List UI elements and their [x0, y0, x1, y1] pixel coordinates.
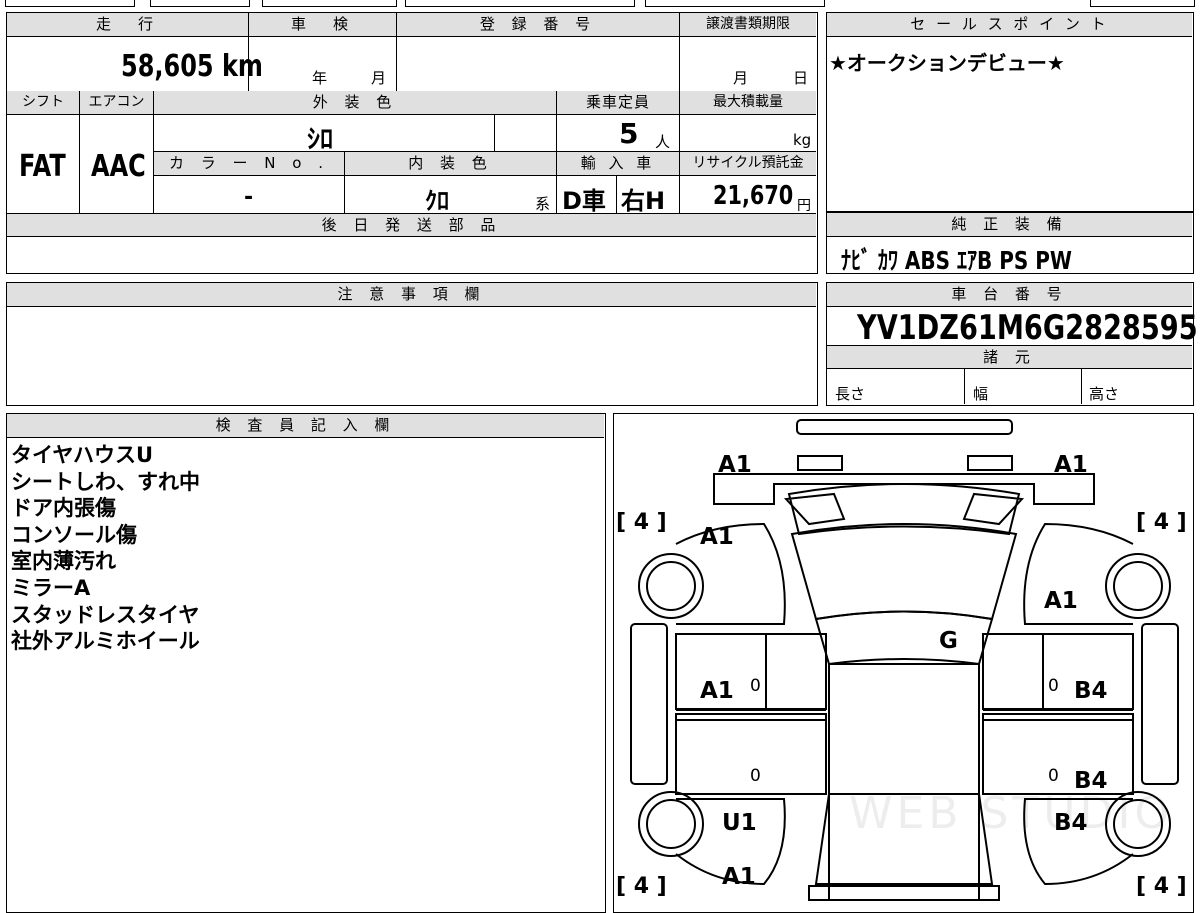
- rear-fender-left-grade: U1: [722, 810, 757, 836]
- zero-mark: 0: [1048, 766, 1059, 786]
- mileage-header: 走 行: [7, 13, 249, 37]
- inspection-month: 月: [371, 69, 387, 87]
- color-no-header: カ ラ ー N o .: [154, 152, 345, 176]
- door-left-front-edge: [765, 633, 827, 710]
- front-right-grade: A1: [1054, 452, 1088, 478]
- transfer-month: 月: [733, 69, 749, 87]
- capacity-header: 乗車定員: [557, 91, 680, 115]
- recycle-header: リサイクル預託金: [680, 152, 816, 176]
- inspector-box: 検 査 員 記 入 欄 タイヤハウスU シートしわ、すれ中 ドア内張傷 コンソー…: [6, 413, 606, 913]
- selling-point-header: セ ー ル ス ポ イ ン ト: [827, 13, 1192, 37]
- specs-header: 諸 元: [827, 345, 1192, 369]
- transfer-deadline-header: 譲渡書類期限: [680, 13, 816, 37]
- selling-point-box: セ ー ル ス ポ イ ン ト ★オークションデビュー★: [826, 12, 1194, 212]
- watermark: WEB STUDIO: [849, 788, 1173, 839]
- note-item: ミラーA: [11, 575, 91, 600]
- interior-color-suffix: 系: [535, 195, 551, 213]
- wheel-right-front: [1105, 553, 1171, 619]
- max-load-header: 最大積載量: [680, 91, 816, 115]
- exterior-color-header: 外 装 色: [154, 91, 557, 115]
- vehicle-diagram: [ 4 ] [ 4 ] [ 4 ] [ 4 ] A1 A1 A1 A1 G A1…: [613, 413, 1194, 913]
- tire-left-bottom-label: [ 4 ]: [616, 874, 667, 899]
- inspector-notes: タイヤハウスU シートしわ、すれ中 ドア内張傷 コンソール傷 室内薄汚れ ミラー…: [11, 442, 200, 655]
- door-right-front-grade: B4: [1074, 678, 1108, 704]
- tire-left-top-label: [ 4 ]: [616, 510, 667, 535]
- spec-height: 高さ: [1089, 385, 1120, 403]
- front-bumper-shape: [796, 419, 1013, 435]
- side-sill-left: [630, 623, 668, 785]
- rear-bumper-shape: [808, 885, 1000, 901]
- capacity-value: 5: [619, 117, 639, 150]
- fender-right-front-grade: A1: [1044, 588, 1078, 614]
- interior-color-header: 内 装 色: [345, 152, 557, 176]
- shift-value: FAT: [19, 149, 66, 184]
- roof-shape: [828, 663, 980, 901]
- tire-right-bottom-label: [ 4 ]: [1136, 874, 1187, 899]
- later-parts-header: 後 日 発 送 部 品: [7, 213, 816, 237]
- spec-length: 長さ: [835, 385, 866, 403]
- equipment-header: 純 正 装 備: [827, 213, 1192, 237]
- door-left-front-grade: A1: [700, 678, 734, 704]
- headlight-right: [967, 455, 1013, 471]
- chassis-header: 車 台 番 号: [827, 283, 1192, 307]
- interior-color-value: ｸﾛ: [425, 187, 449, 215]
- caution-box: 注 意 事 項 欄: [6, 282, 818, 406]
- hood-shape: [787, 483, 1021, 536]
- inspector-header: 検 査 員 記 入 欄: [7, 414, 604, 438]
- vehicle-info-block: 走 行 車 検 登 録 番 号 譲渡書類期限 58,605 km 年 月 月 日…: [6, 12, 818, 274]
- zero-mark: 0: [750, 766, 761, 786]
- handle-value: 右H: [621, 187, 666, 215]
- door-right-front-edge: [982, 633, 1044, 710]
- wheel-left-front: [638, 553, 704, 619]
- roof-front-shape: [814, 610, 994, 666]
- aircon-value: AAC: [91, 149, 146, 184]
- exterior-color-value: ｼﾛ: [307, 125, 334, 155]
- selling-point-value: ★オークションデビュー★: [829, 51, 1065, 75]
- equipment-box: 純 正 装 備 ﾅﾋﾞ ｶﾜ ABS ｴｱB PS PW: [826, 212, 1194, 275]
- windshield-shape: [790, 523, 1018, 621]
- aircon-header: エアコン: [80, 91, 154, 115]
- rear-left-grade: A1: [722, 864, 756, 890]
- chassis-number: YV1DZ61M6G2828595: [857, 308, 1198, 348]
- inspection-year: 年: [312, 69, 328, 87]
- note-item: 室内薄汚れ: [11, 549, 116, 574]
- zero-mark: 0: [1048, 676, 1059, 696]
- note-item: タイヤハウスU: [11, 443, 154, 467]
- recycle-fee-unit: 円: [797, 198, 811, 214]
- recycle-fee-value: 21,670: [713, 181, 794, 211]
- note-item: 社外アルミホイール: [11, 629, 200, 654]
- headlight-left: [797, 455, 843, 471]
- import-header: 輸 入 車: [557, 152, 680, 176]
- registration-header: 登 録 番 号: [397, 13, 680, 37]
- mileage-value: 58,605 km: [121, 49, 263, 84]
- side-sill-right: [1141, 623, 1179, 785]
- color-no-value: -: [244, 185, 254, 210]
- fender-left-front-grade: A1: [700, 524, 734, 550]
- note-item: コンソール傷: [11, 522, 137, 547]
- transfer-day: 日: [793, 69, 809, 87]
- inspection-header: 車 検: [249, 13, 397, 37]
- note-item: シートしわ、すれ中: [11, 469, 200, 494]
- hood-front-shape: [713, 473, 1095, 505]
- front-left-grade: A1: [718, 452, 752, 478]
- note-item: ドア内張傷: [11, 496, 116, 521]
- import-type-value: D車: [562, 187, 606, 215]
- tire-right-top-label: [ 4 ]: [1136, 510, 1187, 535]
- max-load-unit: kg: [793, 131, 812, 149]
- top-strip: [0, 0, 1200, 7]
- equipment-value: ﾅﾋﾞ ｶﾜ ABS ｴｱB PS PW: [841, 246, 1072, 275]
- zero-mark: 0: [750, 676, 761, 696]
- shift-header: シフト: [7, 91, 80, 115]
- spec-width: 幅: [973, 385, 989, 403]
- chassis-box: 車 台 番 号 YV1DZ61M6G2828595 諸 元 長さ 幅 高さ: [826, 282, 1198, 406]
- capacity-unit: 人: [655, 133, 671, 151]
- wheel-left-rear: [638, 791, 704, 857]
- note-item: スタッドレスタイヤ: [11, 602, 200, 627]
- roof-grade: G: [939, 628, 958, 654]
- caution-header: 注 意 事 項 欄: [7, 283, 816, 307]
